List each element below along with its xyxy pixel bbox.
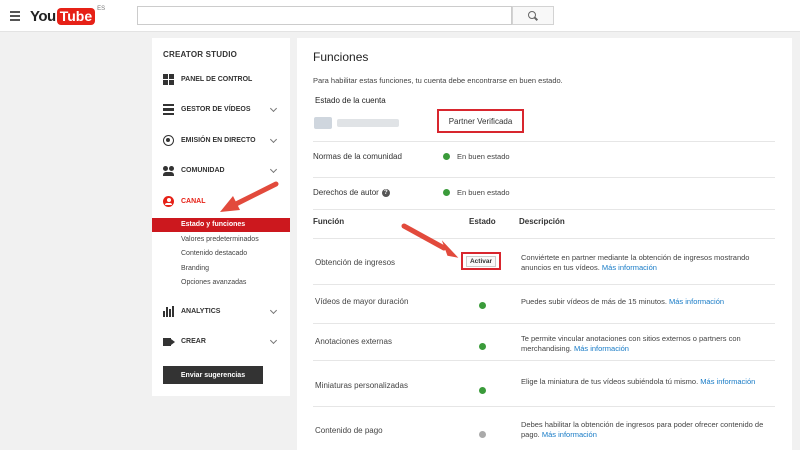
features-panel: Funciones Para habilitar estas funciones… xyxy=(297,38,792,450)
feature-name: Contenido de pago xyxy=(315,426,383,435)
feature-status xyxy=(479,337,493,355)
chevron-down-icon[interactable] xyxy=(269,165,278,174)
create-icon xyxy=(163,338,175,346)
youtube-logo[interactable]: You Tube ES xyxy=(30,6,106,25)
feature-name: Vídeos de mayor duración xyxy=(315,297,409,306)
status-row-label: Normas de la comunidad xyxy=(313,152,402,161)
chevron-down-icon[interactable] xyxy=(269,306,278,315)
status-row-label: Derechos de autor? xyxy=(313,188,390,197)
status-ok-dot xyxy=(479,343,486,350)
sidebar-subitem-contenido-destacado[interactable]: Contenido destacado xyxy=(152,247,290,261)
sidebar-item-label: ANALYTICS xyxy=(181,308,221,315)
creator-studio-sidebar: CREATOR STUDIO PANEL DE CONTROL GESTOR D… xyxy=(152,38,290,396)
page-description: Para habilitar estas funciones, tu cuent… xyxy=(313,76,563,85)
sidebar-item-analytics[interactable]: ANALYTICS xyxy=(152,302,290,322)
sidebar-subitem-label: Valores predeterminados xyxy=(181,236,259,243)
video-manager-icon xyxy=(163,104,174,115)
sidebar-item-gestor-de-videos[interactable]: GESTOR DE VÍDEOS xyxy=(152,100,290,120)
status-ok-dot xyxy=(479,387,486,394)
sidebar-item-label: COMUNIDAD xyxy=(181,167,225,174)
page-title: Funciones xyxy=(313,50,369,64)
more-info-link[interactable]: Más información xyxy=(542,430,597,439)
channel-icon xyxy=(163,196,174,207)
sidebar-item-label: CANAL xyxy=(181,198,206,205)
divider xyxy=(313,209,775,210)
search-input[interactable] xyxy=(137,6,512,25)
divider xyxy=(313,238,775,239)
feature-description: Te permite vincular anotaciones con siti… xyxy=(521,334,741,353)
hamburger-icon[interactable] xyxy=(10,11,20,21)
divider xyxy=(313,406,775,407)
sidebar-item-comunidad[interactable]: COMUNIDAD xyxy=(152,161,290,181)
sidebar-subitem-opciones-avanzadas[interactable]: Opciones avanzadas xyxy=(152,276,290,290)
logo-tube: Tube xyxy=(56,7,96,25)
divider xyxy=(313,360,775,361)
live-icon xyxy=(163,135,174,146)
feature-status xyxy=(479,381,493,399)
sidebar-subitem-branding[interactable]: Branding xyxy=(152,262,290,276)
column-header-feature: Función xyxy=(313,217,345,226)
sidebar-item-label: PANEL DE CONTROL xyxy=(181,76,253,83)
analytics-icon xyxy=(163,306,174,317)
status-row-value: En buen estado xyxy=(443,188,510,197)
feature-description: Debes habilitar la obtención de ingresos… xyxy=(521,420,764,439)
more-info-link[interactable]: Más información xyxy=(602,263,657,272)
status-row-value: En buen estado xyxy=(443,152,510,161)
sidebar-item-label: CREAR xyxy=(181,338,206,345)
column-header-state: Estado xyxy=(469,217,496,226)
activate-monetization-button[interactable]: Activar xyxy=(465,255,497,267)
dashboard-icon xyxy=(163,74,174,85)
sidebar-subitem-estado-y-funciones[interactable]: Estado y funciones xyxy=(152,218,290,232)
sidebar-item-canal[interactable]: CANAL xyxy=(152,192,290,212)
blurred-avatar xyxy=(314,117,332,129)
send-feedback-button[interactable]: Enviar sugerencias xyxy=(163,366,263,384)
status-disabled-dot xyxy=(479,431,486,438)
feature-name: Anotaciones externas xyxy=(315,337,392,346)
feature-description: Puedes subir vídeos de más de 15 minutos… xyxy=(521,297,725,306)
community-icon xyxy=(163,165,174,176)
status-ok-dot xyxy=(443,153,450,160)
logo-you: You xyxy=(30,7,56,25)
feature-status xyxy=(479,425,493,443)
divider xyxy=(313,284,775,285)
feature-description: Elige la miniatura de tus vídeos subiénd… xyxy=(521,377,756,386)
partner-status-badge: Partner Verificada xyxy=(437,109,524,133)
divider xyxy=(313,141,775,142)
more-info-link[interactable]: Más información xyxy=(669,297,724,306)
status-ok-dot xyxy=(479,302,486,309)
divider xyxy=(313,177,775,178)
blurred-account-name xyxy=(337,119,399,127)
chevron-down-icon[interactable] xyxy=(269,336,278,345)
chevron-down-icon[interactable] xyxy=(269,104,278,113)
sidebar-item-panel-de-control[interactable]: PANEL DE CONTROL xyxy=(152,70,290,90)
sidebar-subitem-label: Estado y funciones xyxy=(181,221,246,228)
search-icon xyxy=(528,10,538,21)
help-icon[interactable]: ? xyxy=(381,188,390,197)
sidebar-title: CREATOR STUDIO xyxy=(163,50,238,59)
search-button[interactable] xyxy=(512,6,554,25)
account-state-label: Estado de la cuenta xyxy=(315,96,386,105)
sidebar-item-label: EMISIÓN EN DIRECTO xyxy=(181,137,256,144)
column-header-description: Descripción xyxy=(519,217,565,226)
sidebar-item-crear[interactable]: CREAR xyxy=(152,332,290,352)
feature-name: Obtención de ingresos xyxy=(315,258,396,267)
sidebar-subitem-label: Opciones avanzadas xyxy=(181,279,247,286)
sidebar-subitem-label: Branding xyxy=(181,265,210,272)
sidebar-item-label: GESTOR DE VÍDEOS xyxy=(181,106,251,113)
status-ok-dot xyxy=(443,189,450,196)
feature-status xyxy=(479,296,493,314)
sidebar-subitem-label: Contenido destacado xyxy=(181,250,248,257)
top-bar: You Tube ES xyxy=(0,0,800,32)
divider xyxy=(313,323,775,324)
logo-region: ES xyxy=(97,6,106,12)
sidebar-subitem-valores-predeterminados[interactable]: Valores predeterminados xyxy=(152,233,290,247)
feature-name: Miniaturas personalizadas xyxy=(315,381,408,390)
sidebar-item-emision-en-directo[interactable]: EMISIÓN EN DIRECTO xyxy=(152,131,290,151)
more-info-link[interactable]: Más información xyxy=(700,377,755,386)
feature-description: Conviértete en partner mediante la obten… xyxy=(521,253,750,272)
chevron-down-icon[interactable] xyxy=(269,135,278,144)
more-info-link[interactable]: Más información xyxy=(574,344,629,353)
activate-highlight-box: Activar xyxy=(461,252,501,270)
